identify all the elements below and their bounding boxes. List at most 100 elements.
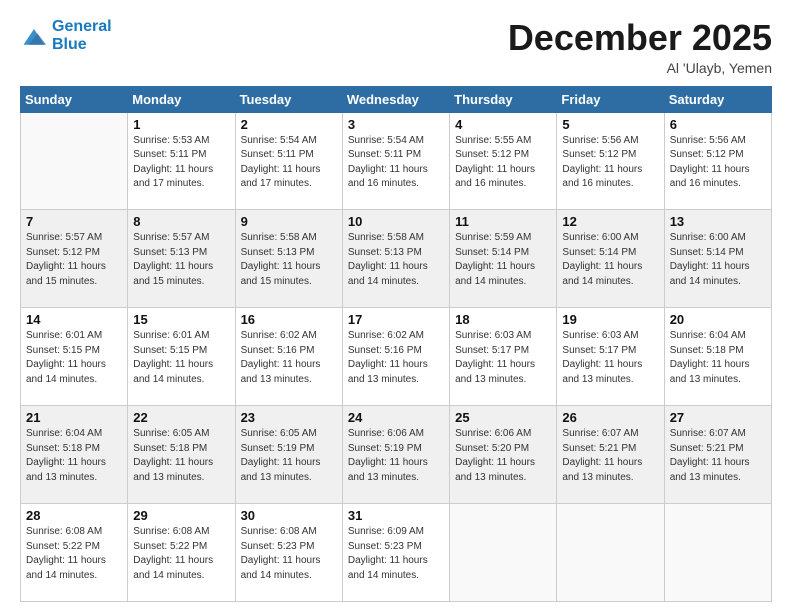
day-number: 13 [670, 214, 766, 229]
header-sunday: Sunday [21, 86, 128, 112]
day-number: 16 [241, 312, 337, 327]
day-info: Sunrise: 6:05 AMSunset: 5:18 PMDaylight:… [133, 427, 229, 485]
day-info: Sunrise: 5:58 AMSunset: 5:13 PMDaylight:… [348, 231, 444, 289]
table-cell: 9 Sunrise: 5:58 AMSunset: 5:13 PMDaylight… [235, 210, 342, 308]
table-cell: 3Sunrise: 5:54 AMSunset: 5:11 PMDaylight… [342, 112, 449, 210]
table-cell: 26Sunrise: 6:07 AMSunset: 5:21 PMDayligh… [557, 406, 664, 504]
table-cell: 17 Sunrise: 6:02 AMSunset: 5:16 PMDayligh… [342, 308, 449, 406]
day-number: 4 [455, 117, 551, 132]
day-number: 8 [133, 214, 229, 229]
table-cell [450, 504, 557, 602]
table-cell: 13 Sunrise: 6:00 AMSunset: 5:14 PMDayligh… [664, 210, 771, 308]
table-cell: 19Sunrise: 6:03 AMSunset: 5:17 PMDayligh… [557, 308, 664, 406]
logo-icon [20, 22, 48, 50]
table-cell: 23Sunrise: 6:05 AMSunset: 5:19 PMDayligh… [235, 406, 342, 504]
table-cell: 1Sunrise: 5:53 AMSunset: 5:11 PMDaylight… [128, 112, 235, 210]
day-number: 30 [241, 508, 337, 523]
table-cell: 7 Sunrise: 5:57 AMSunset: 5:12 PMDaylight… [21, 210, 128, 308]
day-info: Sunrise: 6:08 AMSunset: 5:22 PMDaylight:… [133, 525, 229, 583]
day-number: 11 [455, 214, 551, 229]
day-number: 5 [562, 117, 658, 132]
table-cell: 16 Sunrise: 6:02 AMSunset: 5:16 PMDayligh… [235, 308, 342, 406]
day-number: 26 [562, 410, 658, 425]
day-number: 25 [455, 410, 551, 425]
location: Al 'Ulayb, Yemen [508, 60, 772, 76]
day-info: Sunrise: 6:01 AMSunset: 5:15 PMDaylight:… [26, 329, 122, 387]
table-cell: 15 Sunrise: 6:01 AMSunset: 5:15 PMDayligh… [128, 308, 235, 406]
table-cell: 31Sunrise: 6:09 AMSunset: 5:23 PMDayligh… [342, 504, 449, 602]
title-block: December 2025 Al 'Ulayb, Yemen [508, 18, 772, 76]
day-number: 12 [562, 214, 658, 229]
table-cell: 27 Sunrise: 6:07 AMSunset: 5:21 PMDayligh… [664, 406, 771, 504]
table-cell: 21Sunrise: 6:04 AMSunset: 5:18 PMDayligh… [21, 406, 128, 504]
day-info: Sunrise: 6:06 AMSunset: 5:20 PMDaylight:… [455, 427, 551, 485]
day-info: Sunrise: 6:07 AMSunset: 5:21 PMDaylight:… [670, 427, 766, 485]
calendar-week-row: 21Sunrise: 6:04 AMSunset: 5:18 PMDayligh… [21, 406, 772, 504]
header-friday: Friday [557, 86, 664, 112]
day-number: 9 [241, 214, 337, 229]
table-cell: 29 Sunrise: 6:08 AMSunset: 5:22 PMDayligh… [128, 504, 235, 602]
header-wednesday: Wednesday [342, 86, 449, 112]
day-info: Sunrise: 6:08 AMSunset: 5:23 PMDaylight:… [241, 525, 337, 583]
table-cell: 25 Sunrise: 6:06 AMSunset: 5:20 PMDayligh… [450, 406, 557, 504]
calendar-week-row: 1Sunrise: 5:53 AMSunset: 5:11 PMDaylight… [21, 112, 772, 210]
table-cell: 4 Sunrise: 5:55 AMSunset: 5:12 PMDaylight… [450, 112, 557, 210]
day-info: Sunrise: 5:54 AMSunset: 5:11 PMDaylight:… [241, 134, 337, 192]
day-number: 2 [241, 117, 337, 132]
table-cell: 30 Sunrise: 6:08 AMSunset: 5:23 PMDayligh… [235, 504, 342, 602]
day-number: 6 [670, 117, 766, 132]
table-cell: 28 Sunrise: 6:08 AMSunset: 5:22 PMDayligh… [21, 504, 128, 602]
day-info: Sunrise: 6:02 AMSunset: 5:16 PMDaylight:… [348, 329, 444, 387]
day-info: Sunrise: 5:56 AMSunset: 5:12 PMDaylight:… [670, 134, 766, 192]
day-info: Sunrise: 6:00 AMSunset: 5:14 PMDaylight:… [562, 231, 658, 289]
day-info: Sunrise: 6:03 AMSunset: 5:17 PMDaylight:… [562, 329, 658, 387]
calendar-body: 1Sunrise: 5:53 AMSunset: 5:11 PMDaylight… [21, 112, 772, 601]
table-cell: 10 Sunrise: 5:58 AMSunset: 5:13 PMDayligh… [342, 210, 449, 308]
calendar-table: Sunday Monday Tuesday Wednesday Thursday… [20, 86, 772, 602]
table-cell: 8 Sunrise: 5:57 AMSunset: 5:13 PMDaylight… [128, 210, 235, 308]
day-number: 29 [133, 508, 229, 523]
day-info: Sunrise: 6:02 AMSunset: 5:16 PMDaylight:… [241, 329, 337, 387]
weekday-header-row: Sunday Monday Tuesday Wednesday Thursday… [21, 86, 772, 112]
day-info: Sunrise: 5:57 AMSunset: 5:12 PMDaylight:… [26, 231, 122, 289]
day-info: Sunrise: 5:55 AMSunset: 5:12 PMDaylight:… [455, 134, 551, 192]
day-number: 14 [26, 312, 122, 327]
table-cell: 24Sunrise: 6:06 AMSunset: 5:19 PMDayligh… [342, 406, 449, 504]
table-cell: 6 Sunrise: 5:56 AMSunset: 5:12 PMDaylight… [664, 112, 771, 210]
day-number: 28 [26, 508, 122, 523]
day-number: 22 [133, 410, 229, 425]
day-info: Sunrise: 6:04 AMSunset: 5:18 PMDaylight:… [670, 329, 766, 387]
day-info: Sunrise: 6:03 AMSunset: 5:17 PMDaylight:… [455, 329, 551, 387]
table-cell: 22 Sunrise: 6:05 AMSunset: 5:18 PMDayligh… [128, 406, 235, 504]
table-cell: 20 Sunrise: 6:04 AMSunset: 5:18 PMDayligh… [664, 308, 771, 406]
day-number: 27 [670, 410, 766, 425]
header: General Blue December 2025 Al 'Ulayb, Ye… [20, 18, 772, 76]
day-info: Sunrise: 5:58 AMSunset: 5:13 PMDaylight:… [241, 231, 337, 289]
day-number: 15 [133, 312, 229, 327]
logo-line2: Blue [52, 36, 112, 54]
header-thursday: Thursday [450, 86, 557, 112]
logo: General Blue [20, 18, 112, 53]
day-number: 21 [26, 410, 122, 425]
day-info: Sunrise: 5:59 AMSunset: 5:14 PMDaylight:… [455, 231, 551, 289]
calendar-week-row: 7 Sunrise: 5:57 AMSunset: 5:12 PMDaylight… [21, 210, 772, 308]
day-number: 3 [348, 117, 444, 132]
day-number: 7 [26, 214, 122, 229]
table-cell [21, 112, 128, 210]
day-number: 10 [348, 214, 444, 229]
logo-line1: General [52, 18, 112, 36]
table-cell: 2 Sunrise: 5:54 AMSunset: 5:11 PMDaylight… [235, 112, 342, 210]
table-cell [557, 504, 664, 602]
day-info: Sunrise: 5:57 AMSunset: 5:13 PMDaylight:… [133, 231, 229, 289]
day-number: 17 [348, 312, 444, 327]
month-title: December 2025 [508, 18, 772, 58]
table-cell: 12 Sunrise: 6:00 AMSunset: 5:14 PMDayligh… [557, 210, 664, 308]
day-info: Sunrise: 6:08 AMSunset: 5:22 PMDaylight:… [26, 525, 122, 583]
day-info: Sunrise: 6:00 AMSunset: 5:14 PMDaylight:… [670, 231, 766, 289]
table-cell: 14 Sunrise: 6:01 AMSunset: 5:15 PMDayligh… [21, 308, 128, 406]
day-number: 20 [670, 312, 766, 327]
page: General Blue December 2025 Al 'Ulayb, Ye… [0, 0, 792, 612]
day-info: Sunrise: 6:01 AMSunset: 5:15 PMDaylight:… [133, 329, 229, 387]
header-saturday: Saturday [664, 86, 771, 112]
table-cell: 5Sunrise: 5:56 AMSunset: 5:12 PMDaylight… [557, 112, 664, 210]
